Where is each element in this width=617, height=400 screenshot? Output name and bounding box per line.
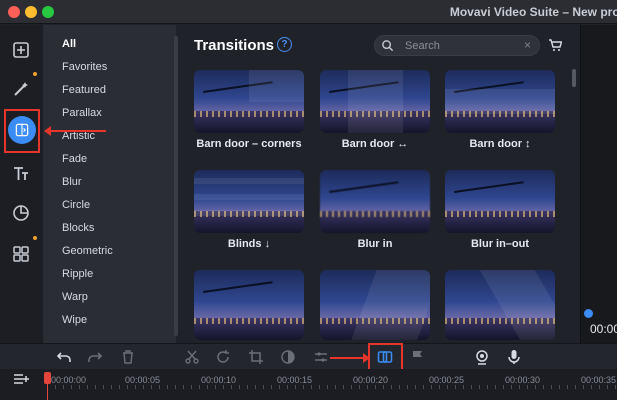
transition-label: Blur in–out: [470, 238, 530, 250]
import-icon[interactable]: [6, 35, 36, 65]
editing-toolbar: [0, 343, 617, 369]
cut-icon[interactable]: [184, 349, 200, 365]
transition-thumbnail[interactable]: [194, 170, 304, 233]
undo-icon[interactable]: [56, 349, 72, 365]
transition-label: Barn door – corners: [196, 138, 302, 150]
category-item-blur[interactable]: Blur: [62, 176, 82, 188]
transition-thumbnail[interactable]: [445, 270, 555, 340]
redo-icon[interactable]: [87, 349, 103, 365]
category-item-fade[interactable]: Fade: [62, 153, 87, 165]
rotate-icon[interactable]: [215, 349, 231, 365]
transitions-tab-highlight: [4, 109, 40, 153]
timeline-tick: 00:00:35: [581, 375, 617, 385]
timeline-tick: 00:00:05: [125, 375, 161, 385]
timeline-tick: 00:00:10: [201, 375, 237, 385]
category-item-geometric[interactable]: Geometric: [62, 245, 113, 257]
transition-label: Blinds ↓: [227, 238, 271, 250]
timeline-tick: 00:00:15: [277, 375, 313, 385]
transition-label: Barn door ↔: [341, 138, 409, 150]
delete-icon[interactable]: [120, 349, 136, 365]
transition-thumbnail[interactable]: [194, 70, 304, 133]
category-item-parallax[interactable]: Parallax: [62, 107, 102, 119]
movavi-app: Movavi Video Suite – New proj All Favori…: [0, 0, 617, 400]
search-input[interactable]: [405, 38, 515, 53]
category-item-blocks[interactable]: Blocks: [62, 222, 94, 234]
new-badge-dot: [33, 236, 37, 240]
category-item-circle[interactable]: Circle: [62, 199, 90, 211]
annotation-arrow: [44, 126, 106, 136]
transition-thumbnail[interactable]: [445, 70, 555, 133]
transition-wizard-highlight: [368, 343, 403, 372]
minimize-window-button[interactable]: [25, 6, 37, 18]
transition-thumbnail[interactable]: [320, 270, 430, 340]
timeline-tick: 00:00:20: [353, 375, 389, 385]
webcam-icon[interactable]: [474, 349, 490, 365]
window-title: Movavi Video Suite – New proj: [449, 5, 617, 19]
color-adjust-icon[interactable]: [280, 349, 296, 365]
zoom-window-button[interactable]: [42, 6, 54, 18]
clear-search-icon[interactable]: ×: [524, 38, 531, 52]
add-track-icon[interactable]: [13, 372, 31, 386]
category-item-warp[interactable]: Warp: [62, 291, 88, 303]
panel-title: Transitions: [194, 37, 275, 54]
transition-thumbnail[interactable]: [320, 70, 430, 133]
category-item-wipe[interactable]: Wipe: [62, 314, 87, 326]
timeline-tick: 00:00:30: [505, 375, 541, 385]
timeline[interactable]: 00:00:00 00:00:05 00:00:10 00:00:15 00:0…: [0, 369, 617, 400]
transition-thumbnail[interactable]: [445, 170, 555, 233]
search-box: ×: [374, 35, 540, 56]
timeline-playhead-line: [47, 383, 48, 400]
more-tools-icon[interactable]: [6, 239, 36, 269]
preview-scrubber[interactable]: [584, 309, 593, 318]
preview-panel: 00:00: [580, 25, 617, 343]
audio-properties-icon[interactable]: [313, 349, 329, 365]
timeline-ruler: [47, 385, 617, 389]
transition-label: Barn door ↕: [469, 138, 531, 150]
timeline-tick: 00:00:00: [51, 375, 87, 385]
transition-thumbnail[interactable]: [320, 170, 430, 233]
search-icon: [382, 40, 394, 52]
crop-icon[interactable]: [248, 349, 264, 365]
annotation-arrow: [330, 353, 370, 363]
close-window-button[interactable]: [8, 6, 20, 18]
title-bar: Movavi Video Suite – New proj: [0, 0, 617, 24]
category-item-all[interactable]: All: [62, 38, 76, 50]
timeline-tick: 00:00:25: [429, 375, 465, 385]
category-item-ripple[interactable]: Ripple: [62, 268, 93, 280]
cart-icon[interactable]: [548, 38, 562, 52]
panel-scrollbar[interactable]: [572, 69, 576, 87]
preview-timecode: 00:00: [590, 322, 617, 336]
category-item-featured[interactable]: Featured: [62, 84, 106, 96]
category-list: All Favorites Featured Parallax Artistic…: [43, 25, 176, 343]
new-badge-dot: [33, 72, 37, 76]
category-item-favorites[interactable]: Favorites: [62, 61, 107, 73]
magic-wand-icon[interactable]: [6, 74, 36, 104]
microphone-icon[interactable]: [506, 349, 522, 365]
tool-rail: [0, 25, 43, 343]
titles-icon[interactable]: [6, 159, 36, 189]
stickers-icon[interactable]: [6, 198, 36, 228]
marker-icon[interactable]: [410, 349, 426, 365]
transition-label: Blur in: [357, 238, 393, 250]
transition-thumbnail[interactable]: [194, 270, 304, 340]
transitions-icon[interactable]: [8, 116, 36, 144]
help-icon[interactable]: ?: [277, 37, 292, 52]
